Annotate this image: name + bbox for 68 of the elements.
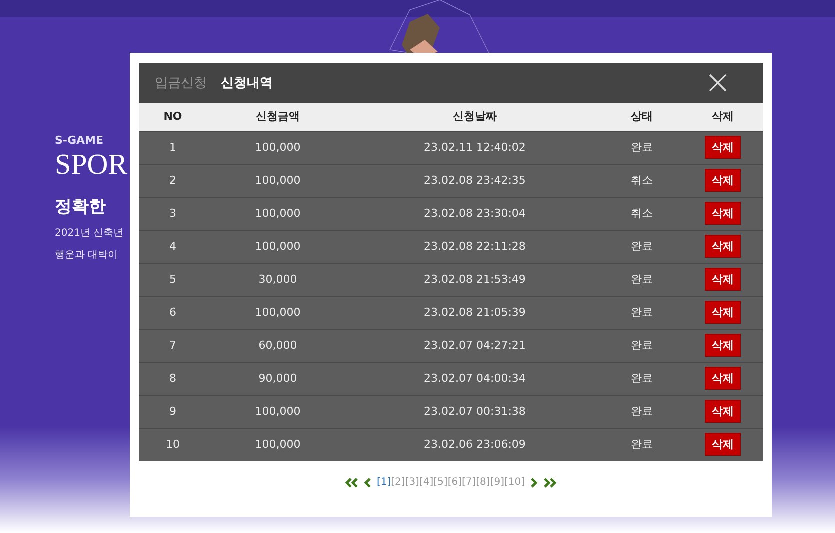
table-cell: 5 xyxy=(139,263,207,296)
column-header: NO xyxy=(139,103,207,131)
table-cell: 완료 xyxy=(601,362,683,395)
table-cell: 100,000 xyxy=(207,296,349,329)
table-cell: 완료 xyxy=(601,131,683,164)
hero-text: 행운과 대박이 xyxy=(55,249,118,262)
delete-button[interactable]: 삭제 xyxy=(705,301,741,324)
table-cell: 23.02.08 23:42:35 xyxy=(349,164,601,197)
table-cell: 100,000 xyxy=(207,197,349,230)
table-cell: 완료 xyxy=(601,263,683,296)
table-cell: 100,000 xyxy=(207,428,349,461)
next-page-icon[interactable] xyxy=(530,478,538,488)
table-cell: 8 xyxy=(139,362,207,395)
hero-headline: 정확한 xyxy=(55,196,106,218)
delete-button[interactable]: 삭제 xyxy=(705,235,741,258)
table-cell: 취소 xyxy=(601,164,683,197)
table-cell: 60,000 xyxy=(207,329,349,362)
table-cell: 2 xyxy=(139,164,207,197)
table-cell: 23.02.08 21:05:39 xyxy=(349,296,601,329)
hero-text: 2021년 신축년 xyxy=(55,227,124,240)
table-cell: 23.02.06 23:06:09 xyxy=(349,428,601,461)
table-cell: 23.02.07 04:27:21 xyxy=(349,329,601,362)
table-cell: 완료 xyxy=(601,428,683,461)
modal-tab[interactable]: 입금신청 xyxy=(155,74,217,92)
table-cell: 23.02.07 04:00:34 xyxy=(349,362,601,395)
table-cell: 100,000 xyxy=(207,230,349,263)
table-cell: 100,000 xyxy=(207,395,349,428)
column-header: 신청날짜 xyxy=(349,103,601,131)
delete-button[interactable]: 삭제 xyxy=(705,433,741,456)
table-cell: 23.02.11 12:40:02 xyxy=(349,131,601,164)
modal-tab[interactable]: 신청내역 xyxy=(221,74,283,92)
table-cell: 9 xyxy=(139,395,207,428)
table-cell: 4 xyxy=(139,230,207,263)
table-cell: 완료 xyxy=(601,395,683,428)
last-page-icon[interactable] xyxy=(543,478,558,488)
first-page-icon[interactable] xyxy=(344,478,359,488)
table-cell: 완료 xyxy=(601,329,683,362)
table-cell: 30,000 xyxy=(207,263,349,296)
previous-page-icon[interactable] xyxy=(364,478,372,488)
table-cell: 1 xyxy=(139,131,207,164)
table-cell: 10 xyxy=(139,428,207,461)
column-header: 신청금액 xyxy=(207,103,349,131)
table-cell: 23.02.07 00:31:38 xyxy=(349,395,601,428)
delete-button[interactable]: 삭제 xyxy=(705,136,741,159)
table-cell: 완료 xyxy=(601,230,683,263)
table-cell: 23.02.08 22:11:28 xyxy=(349,230,601,263)
table-cell: 100,000 xyxy=(207,164,349,197)
delete-button[interactable]: 삭제 xyxy=(705,268,741,291)
brand-label: S-GAME xyxy=(55,134,104,147)
table-cell: 취소 xyxy=(601,197,683,230)
delete-button[interactable]: 삭제 xyxy=(705,367,741,390)
hero-title: SPOR xyxy=(55,148,128,183)
delete-button[interactable]: 삭제 xyxy=(705,169,741,192)
delete-button[interactable]: 삭제 xyxy=(705,202,741,225)
table-cell: 완료 xyxy=(601,296,683,329)
table-cell: 7 xyxy=(139,329,207,362)
table-cell: 23.02.08 23:30:04 xyxy=(349,197,601,230)
delete-button[interactable]: 삭제 xyxy=(705,334,741,357)
table-cell: 6 xyxy=(139,296,207,329)
table-cell: 100,000 xyxy=(207,131,349,164)
table-cell: 23.02.08 21:53:49 xyxy=(349,263,601,296)
page-link[interactable]: [1] xyxy=(376,477,392,488)
column-header: 삭제 xyxy=(683,103,763,131)
delete-button[interactable]: 삭제 xyxy=(705,400,741,423)
table-cell: 90,000 xyxy=(207,362,349,395)
table-cell: 3 xyxy=(139,197,207,230)
close-icon[interactable] xyxy=(709,74,727,92)
column-header: 상태 xyxy=(601,103,683,131)
